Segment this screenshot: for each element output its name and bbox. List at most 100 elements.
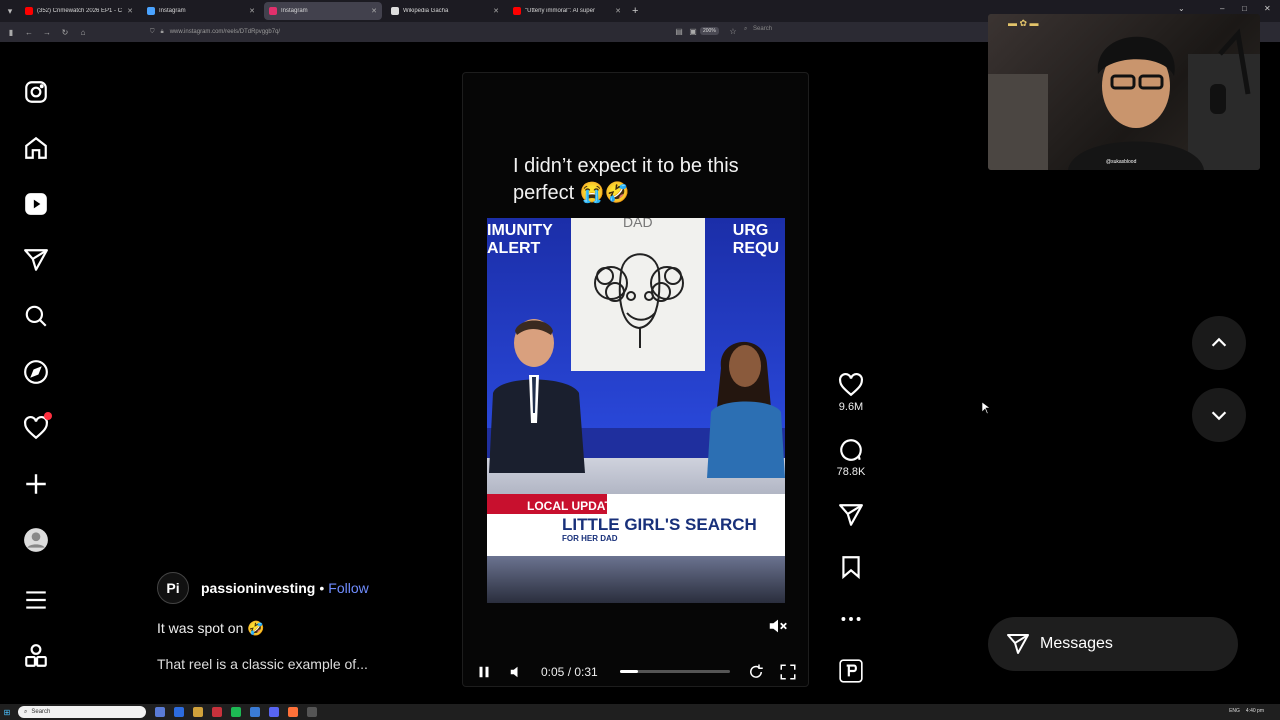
close-tab-icon[interactable]: ✕: [493, 7, 499, 15]
search-box[interactable]: ⌕ Search: [744, 26, 772, 33]
notification-dot: [44, 412, 52, 420]
taskbar-search[interactable]: ⌕ Search: [18, 706, 146, 718]
windows-start-icon[interactable]: ⊞: [0, 704, 14, 720]
news-studio-floor: [487, 556, 785, 603]
taskbar-search-label: Search: [31, 709, 51, 715]
browser-tab[interactable]: "Utterly immoral": AI super ✕: [508, 2, 626, 20]
video-progress-bar[interactable]: [620, 670, 730, 673]
audio-source-avatar-icon[interactable]: [838, 658, 864, 684]
author-username[interactable]: passioninvesting: [201, 580, 315, 596]
taskbar-app-icon[interactable]: [212, 707, 222, 717]
follow-button[interactable]: Follow: [328, 580, 368, 596]
search-nav-icon[interactable]: [22, 302, 50, 330]
share-action[interactable]: [830, 502, 872, 528]
browser-tab[interactable]: Instagram ✕: [142, 2, 260, 20]
bookmark-icon[interactable]: [838, 554, 864, 580]
close-tab-icon[interactable]: ✕: [127, 7, 133, 15]
profile-avatar-icon[interactable]: [22, 526, 50, 554]
youtube-favicon-icon: [513, 7, 521, 15]
spotify-icon[interactable]: [231, 707, 241, 717]
save-action[interactable]: [830, 554, 872, 580]
youtube-favicon-icon: [25, 7, 33, 15]
browser-tab[interactable]: (352) Crimewatch 2026 EP1 - C ✕: [20, 2, 138, 20]
audio-thumbnail[interactable]: [830, 658, 872, 684]
reel-video-player[interactable]: I didn’t expect it to be this perfect 😭🤣…: [462, 72, 809, 687]
forward-icon[interactable]: →: [38, 28, 56, 37]
direct-messages-nav-icon[interactable]: [22, 246, 50, 274]
discord-icon[interactable]: [269, 707, 279, 717]
create-plus-icon[interactable]: [22, 470, 50, 498]
comment-preview[interactable]: That reel is a classic example of...: [157, 656, 368, 672]
minimize-icon[interactable]: –: [1220, 4, 1224, 13]
reel-video-frame[interactable]: IMUNITY ALERT URG REQU DAD LOCAL UPDATE …: [487, 218, 785, 603]
system-tray[interactable]: ENG 4:40 pm: [1229, 708, 1264, 714]
heart-icon[interactable]: [838, 372, 864, 398]
like-action[interactable]: 9.6M: [830, 372, 872, 413]
taskbar-app-icon[interactable]: [307, 707, 317, 717]
firefox-icon[interactable]: [288, 707, 298, 717]
clock[interactable]: 4:40 pm: [1246, 708, 1264, 714]
home-icon[interactable]: ⌂: [74, 28, 92, 37]
shield-icon: ⛉: [150, 28, 155, 35]
taskbar-app-icon[interactable]: [250, 707, 260, 717]
webcam-handle: @sukasblood: [1106, 159, 1137, 165]
close-tab-icon[interactable]: ✕: [371, 7, 377, 15]
comment-count: 78.8K: [836, 466, 866, 478]
zoom-level-badge[interactable]: 200%: [700, 27, 719, 35]
share-send-icon[interactable]: [838, 502, 864, 528]
browser-tab-active[interactable]: Instagram ✕: [264, 2, 382, 20]
picture-in-picture-icon[interactable]: ▣: [684, 27, 702, 36]
more-menu-icon[interactable]: [22, 586, 50, 614]
tab-list-icon[interactable]: ▾: [0, 0, 20, 22]
language-indicator[interactable]: ENG: [1229, 708, 1240, 714]
reload-icon[interactable]: ↻: [56, 28, 74, 37]
video-controls: 0:05 / 0:31: [463, 657, 808, 686]
child-drawing-of-dad: DAD: [571, 218, 705, 371]
messages-button[interactable]: Messages: [988, 617, 1238, 671]
tab-title: Instagram: [281, 8, 308, 14]
file-explorer-icon[interactable]: [193, 707, 203, 717]
tab-overflow-icon[interactable]: ⌄: [1178, 4, 1185, 13]
reels-nav-icon[interactable]: [22, 190, 50, 218]
author-avatar[interactable]: Pi: [157, 572, 189, 604]
reel-caption[interactable]: It was spot on 🤣: [157, 620, 265, 637]
more-options-action[interactable]: [830, 606, 872, 632]
address-bar[interactable]: ⛉ 🔒︎ www.instagram.com/reels/DTdRpvggb7q…: [150, 25, 740, 39]
previous-reel-button[interactable]: [1192, 316, 1246, 370]
reel-author: Pi passioninvesting • Follow: [157, 572, 369, 604]
video-progress-fill: [620, 670, 638, 673]
windows-taskbar: ⊞ ⌕ Search: [0, 704, 1280, 720]
sidebar-toggle-icon[interactable]: ▮: [2, 28, 20, 37]
volume-icon[interactable]: [507, 663, 525, 686]
back-icon[interactable]: ←: [20, 28, 38, 37]
comment-action[interactable]: 78.8K: [830, 437, 872, 478]
notifications-heart-icon[interactable]: [22, 412, 52, 442]
tab-title: Wikipedia Gacha: [403, 8, 449, 14]
streamer-figure: [988, 28, 1260, 170]
more-dots-icon[interactable]: [838, 606, 864, 632]
also-from-meta-icon[interactable]: [22, 642, 50, 670]
next-reel-button[interactable]: [1192, 388, 1246, 442]
explore-compass-icon[interactable]: [22, 358, 50, 386]
close-window-icon[interactable]: ✕: [1264, 4, 1271, 13]
taskbar-app-icon[interactable]: [174, 707, 184, 717]
replay-icon[interactable]: [747, 663, 765, 686]
bookmark-star-icon[interactable]: ☆: [724, 27, 742, 36]
maximize-icon[interactable]: □: [1242, 4, 1247, 13]
comment-bubble-icon[interactable]: [838, 437, 864, 463]
close-tab-icon[interactable]: ✕: [249, 7, 255, 15]
taskbar-app-icon[interactable]: [155, 707, 165, 717]
video-timestamp: 0:05 / 0:31: [541, 665, 598, 679]
tab-title: "Utterly immoral": AI super: [525, 8, 595, 14]
streamer-webcam-overlay: ▬ ✿ ▬ @sukasblood: [988, 14, 1260, 170]
news-anchor-male: [489, 319, 585, 473]
muted-speaker-icon[interactable]: [767, 615, 789, 637]
new-tab-icon[interactable]: +: [632, 5, 638, 17]
home-nav-icon[interactable]: [22, 134, 50, 162]
instagram-logo-icon[interactable]: [22, 78, 50, 106]
fullscreen-icon[interactable]: [779, 663, 797, 686]
close-tab-icon[interactable]: ✕: [615, 7, 621, 15]
tab-title: Instagram: [159, 8, 186, 14]
browser-tab[interactable]: Wikipedia Gacha ✕: [386, 2, 504, 20]
pause-icon[interactable]: [475, 663, 493, 686]
